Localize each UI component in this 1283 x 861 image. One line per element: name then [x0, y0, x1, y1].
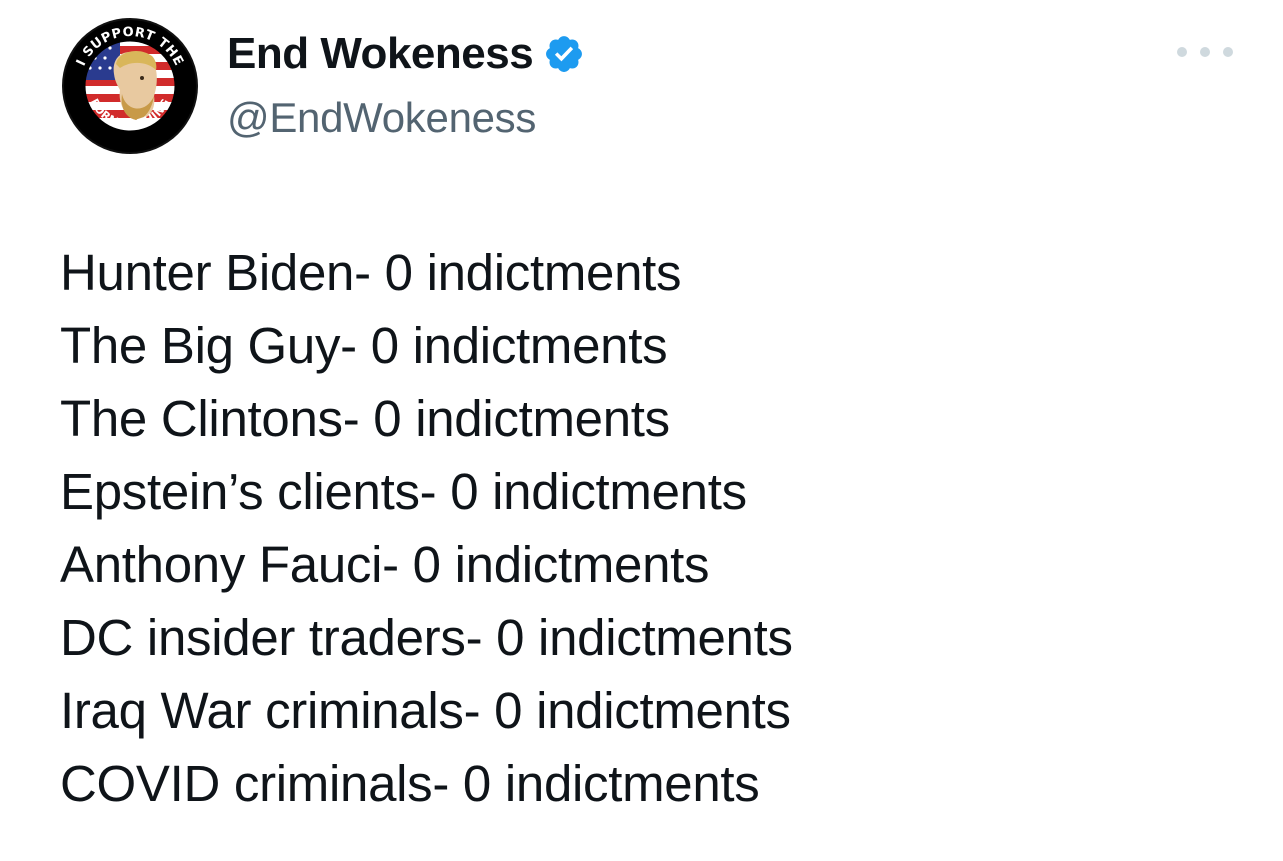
tweet-line: Epstein’s clients- 0 indictments	[60, 463, 747, 520]
tweet-line: DC insider traders- 0 indictments	[60, 609, 793, 666]
tweet-line: Anthony Fauci- 0 indictments	[60, 536, 710, 593]
tweet-line: COVID criminals- 0 indictments	[60, 755, 760, 812]
more-options-button[interactable]	[1177, 42, 1233, 62]
tweet-line: Hunter Biden- 0 indictments	[60, 244, 682, 301]
tweet-text: Hunter Biden- 0 indictments The Big Guy-…	[60, 236, 1223, 820]
more-horizontal-icon	[1200, 47, 1210, 57]
verified-badge-icon[interactable]	[543, 33, 585, 75]
tweet-line: Iraq War criminals- 0 indictments	[60, 682, 791, 739]
tweet-line: The Big Guy- 0 indictments	[60, 317, 668, 374]
display-name[interactable]: End Wokeness	[227, 29, 534, 79]
tweet-card: I SUPPORT THE FORMER THING End Wokeness …	[0, 0, 1283, 861]
display-name-row: End Wokeness	[227, 29, 585, 79]
tweet-header: I SUPPORT THE FORMER THING End Wokeness …	[60, 16, 1233, 166]
tweet-line: The Clintons- 0 indictments	[60, 390, 670, 447]
avatar[interactable]: I SUPPORT THE FORMER THING	[60, 16, 200, 156]
avatar-logo-icon: I SUPPORT THE FORMER THING	[62, 18, 198, 154]
author-names: End Wokeness @EndWokeness	[227, 29, 585, 142]
author-handle[interactable]: @EndWokeness	[227, 94, 585, 142]
more-horizontal-icon	[1223, 47, 1233, 57]
more-horizontal-icon	[1177, 47, 1187, 57]
